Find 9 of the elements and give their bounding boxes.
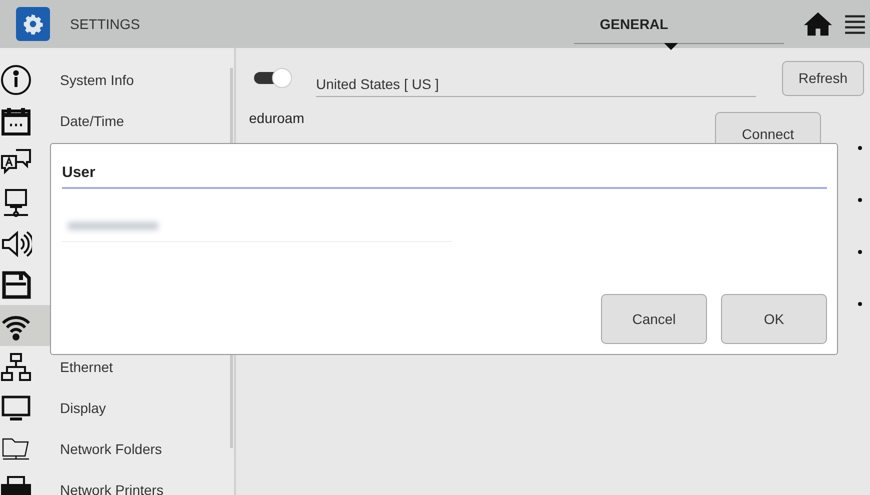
network-name: eduroam: [249, 110, 304, 126]
sidebar-label: System Info: [60, 72, 134, 88]
sidebar-label: Date/Time: [60, 112, 124, 128]
sidebar-label: Display: [60, 400, 106, 416]
dialog-title: User: [62, 164, 827, 189]
sidebar-label: Ethernet: [60, 358, 113, 374]
sidebar-label: Network Printers: [60, 482, 164, 495]
window-title: SETTINGS: [70, 16, 140, 32]
sidebar-label: Network Folders: [60, 440, 162, 456]
